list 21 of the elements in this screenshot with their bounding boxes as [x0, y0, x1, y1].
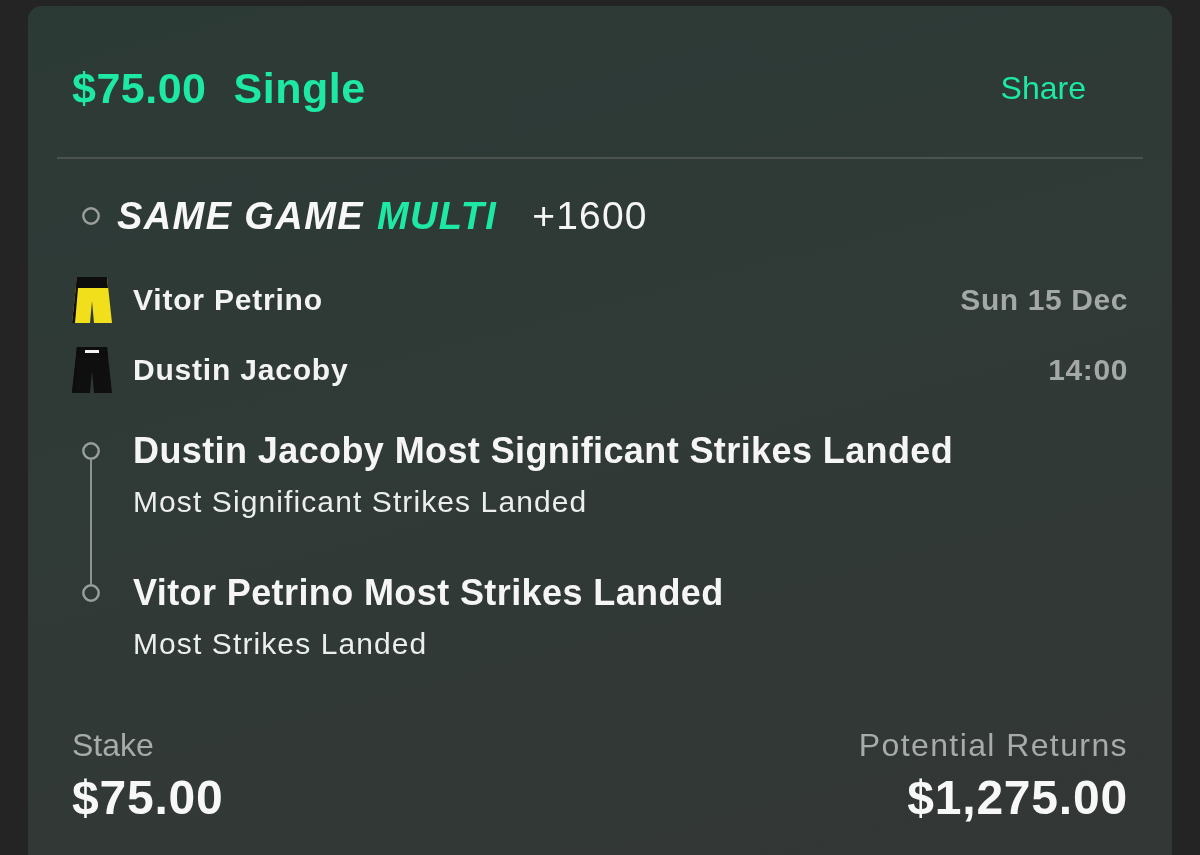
share-link[interactable]: Share	[1000, 67, 1086, 108]
event-date: Sun 15 Dec	[960, 282, 1128, 318]
heading-text: SAME GAME	[117, 194, 364, 238]
stake-label: Stake	[72, 726, 154, 765]
competitor-name: Vitor Petrino	[133, 282, 323, 318]
odds-value: +1600	[532, 194, 648, 238]
ring-icon	[82, 207, 100, 225]
heading-text: MULTI	[376, 194, 498, 238]
market-name: Most Significant Strikes Landed	[133, 484, 588, 520]
ring-icon	[82, 442, 100, 460]
selection-title: Vitor Petrino Most Strikes Landed	[133, 571, 724, 615]
competitor-name: Dustin Jacoby	[133, 352, 349, 388]
stake-amount: $75.00	[72, 62, 207, 114]
returns-label: Potential Returns	[858, 726, 1128, 765]
bet-type-label: Single	[233, 62, 366, 114]
ring-icon	[82, 584, 100, 602]
stake-value: $75.00	[72, 770, 224, 826]
selection-title: Dustin Jacoby Most Significant Strikes Landed	[133, 429, 954, 473]
market-name: Most Strikes Landed	[133, 626, 428, 662]
event-time: 14:00	[1047, 352, 1128, 388]
returns-value: $1,275.00	[907, 770, 1128, 826]
